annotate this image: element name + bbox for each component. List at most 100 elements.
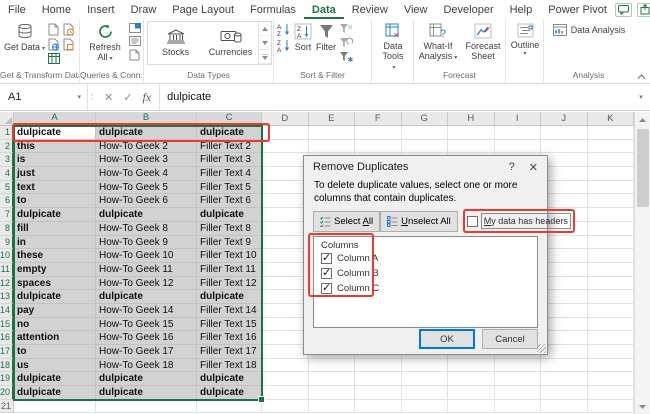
cell-B9[interactable]: How-To Geek 9 <box>96 236 197 250</box>
vertical-scrollbar[interactable] <box>634 112 650 414</box>
queries-connections-icon[interactable] <box>129 23 141 33</box>
insert-function-icon[interactable]: fx <box>142 90 151 105</box>
select-all-button[interactable]: Select All <box>313 211 380 232</box>
cell-D10[interactable] <box>262 249 309 263</box>
cell-B5[interactable]: How-To Geek 5 <box>96 181 197 195</box>
menu-tab-developer[interactable]: Developer <box>435 0 501 19</box>
cell-K3[interactable] <box>588 153 635 167</box>
column-header-I[interactable]: I <box>495 112 542 126</box>
cell-K11[interactable] <box>588 263 635 277</box>
from-table-icon[interactable] <box>48 53 60 64</box>
cell-B8[interactable]: How-To Geek 8 <box>96 222 197 236</box>
from-web-icon[interactable] <box>48 38 59 51</box>
column-header-B[interactable]: B <box>96 112 197 126</box>
cell-K12[interactable] <box>588 277 635 291</box>
cell-D1[interactable] <box>262 126 309 140</box>
cell-A4[interactable]: just <box>14 167 96 181</box>
cell-K9[interactable] <box>588 236 635 250</box>
cell-B1[interactable]: dulpicate <box>96 126 197 140</box>
cell-I19[interactable] <box>495 372 542 386</box>
enter-entry-icon[interactable]: ✓ <box>123 91 132 104</box>
cell-D17[interactable] <box>262 345 309 359</box>
my-data-has-headers-checkbox[interactable] <box>467 216 478 227</box>
cell-C20[interactable]: dulpicate <box>197 386 262 400</box>
cell-A13[interactable]: dulpicate <box>14 290 96 304</box>
cell-B13[interactable]: dulpicate <box>96 290 197 304</box>
cell-K14[interactable] <box>588 304 635 318</box>
row-header-19[interactable]: 19 <box>0 372 14 386</box>
edit-links-icon[interactable] <box>129 49 140 61</box>
cell-A10[interactable]: these <box>14 249 96 263</box>
cell-B20[interactable]: dulpicate <box>96 386 197 400</box>
row-header-15[interactable]: 15 <box>0 318 14 332</box>
cell-G19[interactable] <box>402 372 449 386</box>
cell-B2[interactable]: How-To Geek 2 <box>96 140 197 154</box>
cell-K1[interactable] <box>588 126 635 140</box>
gallery-down-button[interactable] <box>259 36 271 50</box>
checkbox-column-b[interactable] <box>321 268 332 279</box>
sort-button[interactable]: ZA Sort <box>293 21 313 54</box>
row-header-1[interactable]: 1 <box>0 126 14 140</box>
cancel-entry-icon[interactable]: ✕ <box>104 91 113 104</box>
cell-A12[interactable]: spaces <box>14 277 96 291</box>
cell-A17[interactable]: to <box>14 345 96 359</box>
column-item-column-a[interactable]: Column A <box>321 251 530 266</box>
get-data-button[interactable]: Get Data <box>3 21 46 55</box>
menu-tab-view[interactable]: View <box>396 0 436 19</box>
menu-tab-insert[interactable]: Insert <box>79 0 123 19</box>
cell-I21[interactable] <box>495 400 542 414</box>
cell-A5[interactable]: text <box>14 181 96 195</box>
cell-C1[interactable]: dulpicate <box>197 126 262 140</box>
row-header-14[interactable]: 14 <box>0 304 14 318</box>
menu-tab-home[interactable]: Home <box>34 0 79 19</box>
cell-F21[interactable] <box>355 400 402 414</box>
row-header-6[interactable]: 6 <box>0 194 14 208</box>
menu-tab-help[interactable]: Help <box>502 0 541 19</box>
cell-D6[interactable] <box>262 194 309 208</box>
cell-J21[interactable] <box>541 400 588 414</box>
cell-G1[interactable] <box>402 126 449 140</box>
cell-K5[interactable] <box>588 181 635 195</box>
cell-A20[interactable]: dulpicate <box>14 386 96 400</box>
cell-B4[interactable]: How-To Geek 4 <box>96 167 197 181</box>
cell-C7[interactable]: dulpicate <box>197 208 262 222</box>
scroll-down-button[interactable] <box>635 399 650 414</box>
forecast-sheet-button[interactable]: Forecast Sheet <box>463 21 503 63</box>
cell-A8[interactable]: fill <box>14 222 96 236</box>
cell-C15[interactable]: Filler Text 15 <box>197 318 262 332</box>
menu-tab-formulas[interactable]: Formulas <box>242 0 304 19</box>
recent-sources-icon[interactable] <box>63 23 74 36</box>
cell-I2[interactable] <box>495 140 542 154</box>
reapply-filter-icon[interactable] <box>339 37 353 48</box>
cell-B7[interactable]: dulpicate <box>96 208 197 222</box>
cell-H20[interactable] <box>448 386 495 400</box>
cell-B17[interactable]: How-To Geek 17 <box>96 345 197 359</box>
columns-listbox[interactable]: Columns Column AColumn BColumn C <box>313 236 538 328</box>
cell-K2[interactable] <box>588 140 635 154</box>
formula-bar-expand-icon[interactable]: ▾ <box>632 84 650 110</box>
filter-button[interactable]: Filter <box>315 21 337 54</box>
cell-E2[interactable] <box>309 140 356 154</box>
column-header-E[interactable]: E <box>309 112 356 126</box>
cell-H21[interactable] <box>448 400 495 414</box>
menu-tab-data[interactable]: Data <box>304 0 344 19</box>
cell-D9[interactable] <box>262 236 309 250</box>
cell-D4[interactable] <box>262 167 309 181</box>
cell-B6[interactable]: How-To Geek 6 <box>96 194 197 208</box>
column-header-J[interactable]: J <box>541 112 588 126</box>
cell-A19[interactable]: dulpicate <box>14 372 96 386</box>
cell-E1[interactable] <box>309 126 356 140</box>
cell-B18[interactable]: How-To Geek 18 <box>96 359 197 373</box>
row-header-10[interactable]: 10 <box>0 249 14 263</box>
cell-B3[interactable]: How-To Geek 3 <box>96 153 197 167</box>
cell-G20[interactable] <box>402 386 449 400</box>
cell-K20[interactable] <box>588 386 635 400</box>
refresh-all-button[interactable]: Refresh All <box>83 21 127 65</box>
cell-A6[interactable]: to <box>14 194 96 208</box>
resize-grip[interactable] <box>537 344 546 353</box>
cell-F20[interactable] <box>355 386 402 400</box>
cell-A2[interactable]: this <box>14 140 96 154</box>
gallery-more-button[interactable] <box>259 50 271 64</box>
cell-K7[interactable] <box>588 208 635 222</box>
cell-F2[interactable] <box>355 140 402 154</box>
